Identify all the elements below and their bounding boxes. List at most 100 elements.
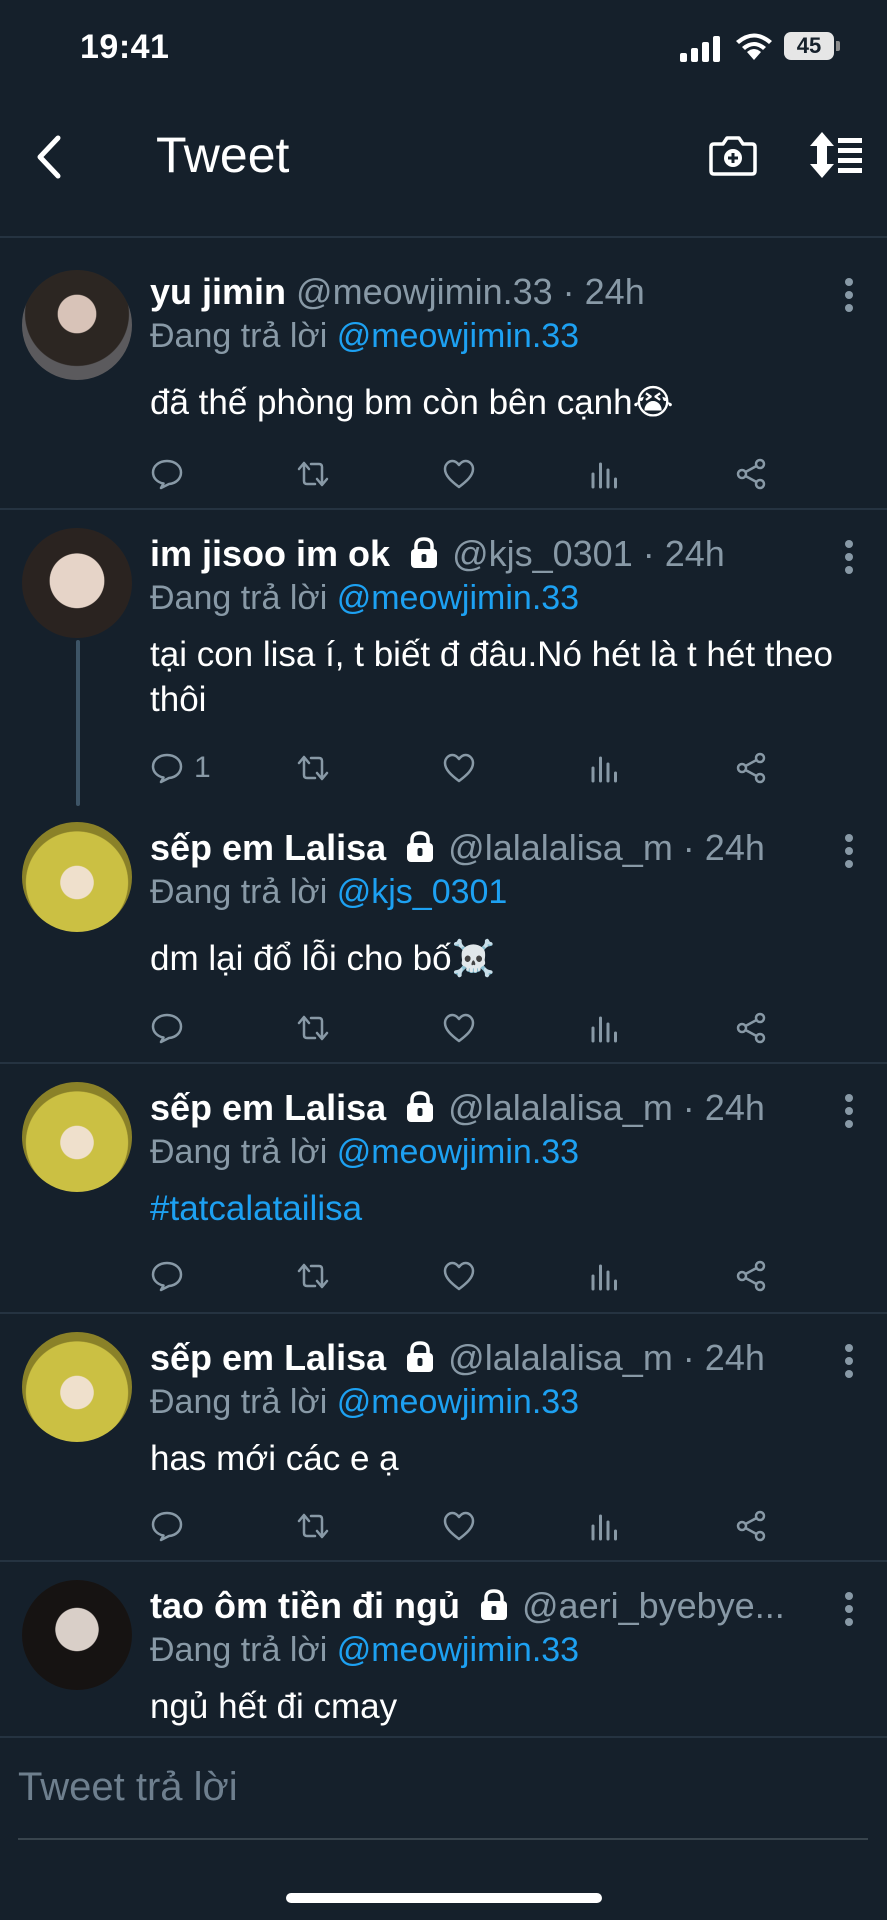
share-button[interactable] [734, 454, 768, 494]
replying-to-label: Đang trả lời [150, 579, 328, 617]
retweet-icon [297, 1263, 329, 1289]
lock-icon [411, 537, 438, 568]
reply-button[interactable] [150, 454, 194, 494]
share-button[interactable] [734, 1256, 768, 1296]
stats-icon [591, 462, 617, 489]
nav-bar: Tweet [0, 96, 887, 238]
reply-button[interactable] [150, 1008, 194, 1048]
more-icon[interactable] [845, 540, 853, 574]
retweet-button[interactable] [296, 1256, 330, 1296]
stats-button[interactable] [588, 748, 622, 788]
replying-to-label: Đang trả lời [150, 317, 328, 355]
tweet-item[interactable]: yu jimin @meowjimin.33 · 24h Đang trả lờ… [0, 240, 887, 510]
signal-icon [680, 36, 722, 62]
reply-mention[interactable]: @meowjimin.33 [337, 317, 579, 355]
reply-button[interactable] [150, 1506, 194, 1546]
user-handle: @lalalalisa_m · 24h [448, 1087, 765, 1128]
more-icon[interactable] [845, 834, 853, 868]
home-indicator[interactable] [286, 1893, 602, 1903]
thread-connector [76, 640, 80, 806]
wifi-icon [736, 33, 772, 60]
more-icon[interactable] [845, 1094, 853, 1128]
tweet-item[interactable]: sếp em Lalisa @lalalalisa_m · 24h Đang t… [0, 1066, 887, 1314]
battery-level: 45 [796, 33, 822, 58]
reply-mention[interactable]: @meowjimin.33 [337, 1631, 579, 1669]
avatar[interactable] [22, 1332, 132, 1442]
tweet-text: ngủ hết đi cmay [150, 1687, 398, 1726]
like-button[interactable] [442, 748, 476, 788]
share-icon [736, 752, 766, 784]
lock-icon [407, 831, 434, 862]
retweet-button[interactable] [296, 1506, 330, 1546]
camera-add-icon[interactable] [708, 130, 758, 180]
stats-button[interactable] [588, 1506, 622, 1546]
user-handle: @aeri_byebye... [522, 1585, 785, 1626]
more-icon[interactable] [845, 1344, 853, 1378]
tweet-item[interactable]: sếp em Lalisa @lalalalisa_m · 24h Đang t… [0, 806, 887, 1064]
stats-icon [591, 1264, 617, 1291]
share-button[interactable] [734, 1008, 768, 1048]
reply-icon [151, 753, 183, 784]
stats-icon [591, 1016, 617, 1043]
status-time: 19:41 [80, 28, 170, 66]
user-name[interactable]: yu jimin [150, 271, 286, 312]
like-button[interactable] [442, 1008, 476, 1048]
reply-input[interactable] [18, 1752, 868, 1822]
page-title: Tweet [156, 127, 290, 183]
reply-icon [151, 1261, 183, 1292]
avatar[interactable] [22, 1082, 132, 1192]
retweet-button[interactable] [296, 454, 330, 494]
replying-to-label: Đang trả lời [150, 873, 328, 911]
like-icon [443, 1013, 475, 1043]
avatar[interactable] [22, 528, 132, 638]
user-name[interactable]: sếp em Lalisa [150, 827, 386, 868]
avatar[interactable] [22, 270, 132, 380]
stats-button[interactable] [588, 1008, 622, 1048]
reply-icon [151, 1511, 183, 1542]
replying-to-label: Đang trả lời [150, 1631, 328, 1669]
retweet-button[interactable] [296, 748, 330, 788]
user-name[interactable]: sếp em Lalisa [150, 1337, 386, 1378]
reply-mention[interactable]: @meowjimin.33 [337, 579, 579, 617]
sort-icon[interactable] [808, 130, 864, 180]
lock-icon [407, 1091, 434, 1122]
tweet-actions [150, 1506, 790, 1546]
more-icon[interactable] [845, 278, 853, 312]
like-button[interactable] [442, 454, 476, 494]
user-name[interactable]: tao ôm tiền đi ngủ [150, 1585, 460, 1626]
avatar[interactable] [22, 822, 132, 932]
back-icon[interactable] [30, 132, 70, 182]
replying-to-label: Đang trả lời [150, 1383, 328, 1421]
like-icon [443, 1261, 475, 1291]
tweet-item[interactable]: tao ôm tiền đi ngủ @aeri_byebye... Đang … [0, 1564, 887, 1736]
reply-mention[interactable]: @kjs_0301 [337, 873, 508, 911]
retweet-icon [297, 755, 329, 781]
retweet-icon [297, 1513, 329, 1539]
share-button[interactable] [734, 748, 768, 788]
stats-button[interactable] [588, 1256, 622, 1296]
status-bar: 19:41 45 [0, 0, 887, 96]
reply-mention[interactable]: @meowjimin.33 [337, 1133, 579, 1171]
reply-button[interactable]: 1 [150, 748, 211, 788]
user-handle: @meowjimin.33 · 24h [296, 271, 645, 312]
avatar[interactable] [22, 1580, 132, 1690]
hashtag-link[interactable]: #tatcalatailisa [150, 1186, 847, 1231]
stats-icon [591, 1514, 617, 1541]
tweet-item[interactable]: im jisoo im ok @kjs_0301 · 24h Đang trả … [0, 512, 887, 806]
lock-icon [481, 1589, 507, 1620]
stats-button[interactable] [588, 454, 622, 494]
like-icon [443, 459, 475, 489]
reply-button[interactable] [150, 1256, 194, 1296]
like-button[interactable] [442, 1506, 476, 1546]
retweet-button[interactable] [296, 1008, 330, 1048]
tweet-text: tại con lisa í, t biết đ đâu.Nó hét là t… [150, 635, 833, 719]
tweet-actions [150, 1256, 790, 1296]
reply-count: 1 [194, 751, 211, 784]
user-name[interactable]: sếp em Lalisa [150, 1087, 386, 1128]
share-button[interactable] [734, 1506, 768, 1546]
more-icon[interactable] [845, 1592, 853, 1626]
reply-mention[interactable]: @meowjimin.33 [337, 1383, 579, 1421]
like-button[interactable] [442, 1256, 476, 1296]
user-name[interactable]: im jisoo im ok [150, 533, 390, 574]
tweet-item[interactable]: sếp em Lalisa @lalalalisa_m · 24h Đang t… [0, 1316, 887, 1562]
